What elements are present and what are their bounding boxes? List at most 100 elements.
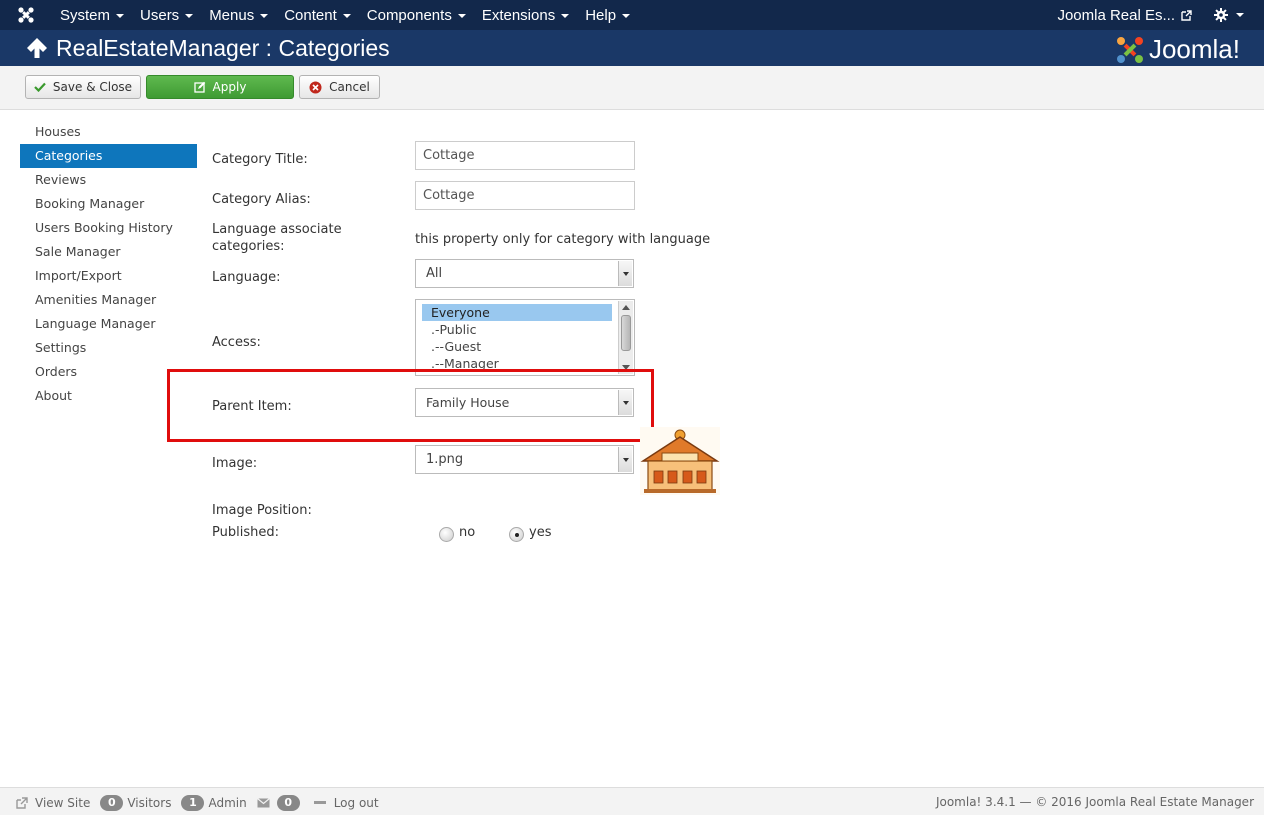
main-menu: System Users Menus Content Components Ex… (52, 0, 638, 30)
dropdown-arrow-icon (618, 447, 632, 472)
admin-label: Admin (208, 796, 247, 810)
admin-count-badge: 1 (181, 795, 205, 811)
dropdown-arrow-icon (618, 261, 632, 286)
nav-right: Joomla Real Es... (1057, 0, 1264, 30)
messages-indicator[interactable]: 0 (256, 795, 304, 811)
caret-down-icon (260, 14, 269, 18)
sidebar: Houses Categories Reviews Booking Manage… (20, 120, 197, 408)
language-associate-label-line1: Language associate (212, 222, 342, 237)
edit-icon (193, 81, 205, 93)
logout-link[interactable]: Log out (313, 796, 379, 810)
published-no-label: no (459, 525, 476, 540)
menu-label: Users (140, 6, 180, 24)
menu-help[interactable]: Help (577, 0, 638, 30)
menu-menus[interactable]: Menus (201, 0, 276, 30)
joomla-logo-icon (1116, 36, 1143, 63)
joomla-logo: Joomla! (1115, 34, 1240, 65)
menu-label: Help (585, 6, 617, 24)
site-link-label: Joomla Real Es... (1057, 6, 1175, 24)
category-alias-input[interactable]: Cottage (415, 181, 635, 210)
access-listbox[interactable]: Everyone .-Public .--Guest .--Manager (415, 299, 635, 376)
cancel-circle-icon (309, 81, 322, 93)
caret-down-icon (1236, 13, 1244, 17)
menu-content[interactable]: Content (276, 0, 359, 30)
image-position-label: Image Position: (212, 503, 312, 518)
view-site-link[interactable]: View Site (16, 796, 90, 810)
sidebar-item-booking-manager[interactable]: Booking Manager (20, 192, 197, 216)
visitors-count-badge: 0 (100, 795, 124, 811)
page-title-text: RealEstateManager : Categories (56, 34, 390, 61)
menu-label: Components (366, 6, 452, 24)
sidebar-item-categories[interactable]: Categories (20, 144, 197, 168)
joomla-logo-text: Joomla! (1148, 34, 1240, 64)
caret-down-icon (185, 14, 194, 18)
view-site-label: View Site (35, 796, 91, 810)
save-close-button[interactable]: Save & Close (25, 75, 141, 99)
save-close-label: Save & Close (52, 80, 133, 94)
joomla-brand-icon[interactable] (0, 0, 52, 30)
menu-system[interactable]: System (52, 0, 132, 30)
cancel-button[interactable]: Cancel (299, 75, 380, 99)
language-label: Language: (212, 270, 281, 285)
sidebar-item-sale-manager[interactable]: Sale Manager (20, 240, 197, 264)
menu-users[interactable]: Users (132, 0, 201, 30)
sidebar-item-import-export[interactable]: Import/Export (20, 264, 197, 288)
apply-button[interactable]: Apply (146, 75, 294, 99)
logout-label: Log out (333, 796, 379, 810)
scroll-thumb[interactable] (621, 315, 631, 351)
category-title-input[interactable]: Cottage (415, 141, 635, 170)
published-label: Published: (212, 525, 279, 540)
language-associate-label-line2: categories: (212, 239, 285, 254)
parent-item-label: Parent Item: (212, 399, 292, 414)
external-link-icon (1181, 9, 1192, 21)
sidebar-item-houses[interactable]: Houses (20, 120, 197, 144)
settings-dropdown[interactable] (1214, 8, 1264, 22)
published-no-radio[interactable] (439, 527, 454, 542)
apply-label: Apply (212, 80, 247, 94)
access-option-public[interactable]: .-Public (422, 321, 612, 338)
scroll-up-icon[interactable] (622, 305, 630, 310)
language-associate-label: Language associate categories: (212, 222, 342, 254)
external-link-icon (16, 797, 28, 809)
cancel-label: Cancel (329, 80, 370, 94)
caret-down-icon (116, 14, 125, 18)
sidebar-item-settings[interactable]: Settings (20, 336, 197, 360)
access-option-guest[interactable]: .--Guest (422, 338, 612, 355)
site-link[interactable]: Joomla Real Es... (1057, 7, 1214, 24)
category-alias-label: Category Alias: (212, 192, 311, 207)
language-select[interactable]: All (415, 259, 634, 288)
menu-extensions[interactable]: Extensions (474, 0, 577, 30)
access-label: Access: (212, 335, 261, 350)
arrow-up-icon (27, 38, 47, 58)
menu-label: Menus (209, 6, 255, 24)
access-scrollbar[interactable] (618, 301, 633, 374)
status-footer: View Site 0 Visitors 1 Admin 0 Log out J… (0, 787, 1264, 815)
visitors-label: Visitors (127, 796, 172, 810)
menu-label: Extensions (481, 6, 556, 24)
menu-label: System (60, 6, 111, 24)
access-option-everyone[interactable]: Everyone (422, 304, 612, 321)
house-preview-image (640, 427, 720, 495)
caret-down-icon (457, 14, 466, 18)
sidebar-item-reviews[interactable]: Reviews (20, 168, 197, 192)
visitors-indicator: 0 Visitors (100, 795, 171, 811)
caret-down-icon (342, 14, 351, 18)
image-select-value: 1.png (426, 452, 464, 467)
footer-left: View Site 0 Visitors 1 Admin 0 Log out (16, 795, 389, 811)
menu-components[interactable]: Components (359, 0, 474, 30)
caret-down-icon (561, 14, 570, 18)
parent-item-select-value: Family House (426, 395, 510, 410)
language-associate-note: this property only for category with lan… (415, 232, 711, 247)
image-select[interactable]: 1.png (415, 445, 634, 474)
check-icon (34, 82, 46, 92)
published-yes-radio[interactable] (509, 527, 524, 542)
dropdown-arrow-icon (618, 390, 632, 415)
sidebar-item-language-manager[interactable]: Language Manager (20, 312, 197, 336)
parent-item-select[interactable]: Family House (415, 388, 634, 417)
sidebar-item-amenities-manager[interactable]: Amenities Manager (20, 288, 197, 312)
caret-down-icon (622, 14, 631, 18)
sidebar-item-users-booking-history[interactable]: Users Booking History (20, 216, 197, 240)
category-title-label: Category Title: (212, 152, 308, 167)
language-select-value: All (426, 266, 443, 281)
toolbar: Save & Close Apply Cancel (0, 66, 1264, 110)
